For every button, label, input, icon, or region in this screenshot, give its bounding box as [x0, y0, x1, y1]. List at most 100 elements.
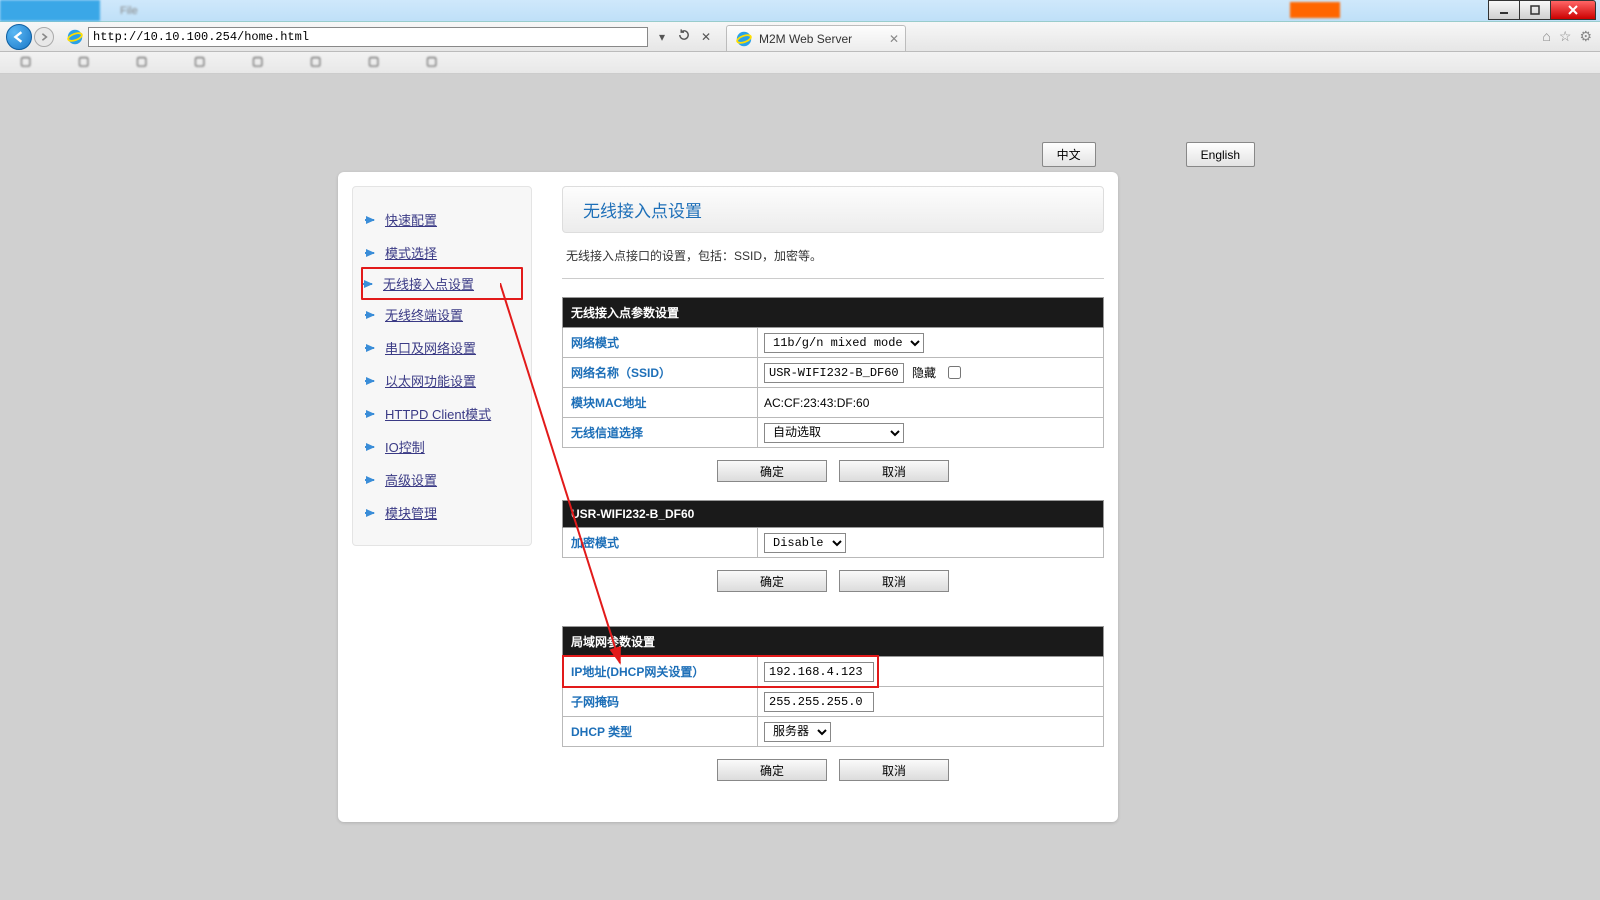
blurred-icon: ▢	[136, 54, 154, 72]
ie-icon	[66, 28, 84, 46]
sidebar-item-5[interactable]: 以太网功能设置	[363, 364, 521, 397]
sidebar-item-6[interactable]: HTTPD Client模式	[363, 397, 521, 430]
lang-cn-button[interactable]: 中文	[1042, 142, 1096, 167]
select-dhcp[interactable]: 服务器	[764, 722, 831, 742]
ok-button[interactable]: 确定	[717, 460, 827, 482]
sidebar: 快速配置模式选择无线接入点设置无线终端设置串口及网络设置以太网功能设置 HTTPD…	[352, 186, 532, 546]
label-net-mode: 网络模式	[563, 328, 758, 357]
sidebar-item-label[interactable]: 模块管理	[385, 503, 437, 522]
sidebar-item-label[interactable]: 高级设置	[385, 470, 437, 489]
label-channel: 无线信道选择	[563, 418, 758, 447]
section-ap: 无线接入点参数设置 网络模式 11b/g/n mixed mode 网络名称（S…	[562, 297, 1104, 486]
sidebar-item-label[interactable]: 串口及网络设置	[385, 338, 476, 357]
sidebar-item-1[interactable]: 模式选择	[363, 236, 521, 269]
ok-button[interactable]: 确定	[717, 759, 827, 781]
main-card: 快速配置模式选择无线接入点设置无线终端设置串口及网络设置以太网功能设置HTTPD…	[338, 172, 1118, 822]
arrow-right-icon	[363, 277, 377, 291]
arrow-right-icon	[365, 308, 379, 322]
tab-close-icon[interactable]: ✕	[889, 32, 899, 46]
label-enc: 加密模式	[563, 528, 758, 557]
sidebar-item-label[interactable]: 模式选择	[385, 243, 437, 262]
nav-forward-button[interactable]	[34, 27, 54, 47]
sidebar-item-2[interactable]: 无线接入点设置	[361, 267, 523, 300]
section-lan: 局域网参数设置 IP地址(DHCP网关设置） 子网掩码 DHCP 类型 服务器 …	[562, 626, 1104, 785]
bookmark-bar: ▢ ▢ ▢ ▢ ▢ ▢ ▢ ▢	[0, 52, 1600, 74]
browser-tab[interactable]: M2M Web Server ✕	[726, 25, 906, 51]
sidebar-item-label[interactable]: 快速配置	[385, 210, 437, 229]
arrow-right-icon	[365, 473, 379, 487]
arrow-right-icon	[365, 213, 379, 227]
address-bar-controls: ▾ ✕	[652, 28, 716, 45]
sidebar-item-label[interactable]: HTTPD Client模式	[385, 404, 491, 423]
sidebar-item-9[interactable]: 模块管理	[363, 496, 521, 529]
arrow-right-icon	[365, 341, 379, 355]
ok-button[interactable]: 确定	[717, 570, 827, 592]
select-net-mode[interactable]: 11b/g/n mixed mode	[764, 333, 924, 353]
label-mac: 模块MAC地址	[563, 388, 758, 417]
main-column: 无线接入点设置 无线接入点接口的设置，包括：SSID，加密等。 无线接入点参数设…	[562, 186, 1104, 808]
blurred-icon: ▢	[310, 54, 328, 72]
arrow-right-icon	[365, 440, 379, 454]
section-security: USR-WIFI232-B_DF60 加密模式 Disable 确定 取消	[562, 500, 1104, 596]
nav-back-button[interactable]	[6, 24, 32, 50]
stop-icon[interactable]: ✕	[696, 30, 716, 44]
cancel-button[interactable]: 取消	[839, 570, 949, 592]
checkbox-hide-ssid[interactable]	[948, 366, 961, 379]
sidebar-item-label[interactable]: IO控制	[385, 437, 425, 456]
dropdown-icon[interactable]: ▾	[652, 30, 672, 44]
value-mac: AC:CF:23:43:DF:60	[758, 388, 1103, 417]
page-body: 中文 English 快速配置模式选择无线接入点设置无线终端设置串口及网络设置以…	[0, 74, 1600, 900]
blurred-icon: ▢	[426, 54, 444, 72]
home-icon[interactable]: ⌂	[1542, 28, 1550, 45]
sidebar-item-7[interactable]: IO控制	[363, 430, 521, 463]
os-titlebar: File	[0, 0, 1600, 22]
label-ip: IP地址(DHCP网关设置）	[563, 657, 758, 686]
input-ssid[interactable]	[764, 363, 904, 383]
page-title: 无线接入点设置	[562, 186, 1104, 233]
arrow-right-icon	[365, 374, 379, 388]
select-channel[interactable]: 自动选取	[764, 423, 904, 443]
window-minimize-button[interactable]	[1488, 0, 1520, 20]
input-ip[interactable]	[764, 662, 874, 682]
lang-en-button[interactable]: English	[1186, 142, 1255, 167]
label-hide-ssid: 隐藏	[912, 364, 936, 381]
blurred-icon: ▢	[194, 54, 212, 72]
titlebar-left-tab	[0, 0, 100, 21]
section-security-header: USR-WIFI232-B_DF60	[562, 500, 1104, 528]
sidebar-item-4[interactable]: 串口及网络设置	[363, 331, 521, 364]
favorite-icon[interactable]: ☆	[1559, 28, 1572, 45]
arrow-right-icon	[365, 246, 379, 260]
section-lan-header: 局域网参数设置	[562, 626, 1104, 657]
window-maximize-button[interactable]	[1519, 0, 1551, 20]
settings-icon[interactable]: ⚙	[1579, 28, 1592, 45]
sidebar-item-label[interactable]: 无线接入点设置	[383, 274, 474, 293]
window-close-button[interactable]	[1550, 0, 1596, 20]
label-ssid: 网络名称（SSID）	[563, 358, 758, 387]
input-mask[interactable]	[764, 692, 874, 712]
page-description: 无线接入点接口的设置，包括：SSID，加密等。	[562, 233, 1104, 279]
blurred-icon: ▢	[78, 54, 96, 72]
sidebar-item-label[interactable]: 以太网功能设置	[385, 371, 476, 390]
cancel-button[interactable]: 取消	[839, 460, 949, 482]
section-ap-header: 无线接入点参数设置	[562, 297, 1104, 328]
ie-icon	[735, 30, 753, 48]
arrow-right-icon	[365, 407, 379, 421]
blurred-menu-item: File	[120, 5, 138, 17]
label-mask: 子网掩码	[563, 687, 758, 716]
sidebar-item-3[interactable]: 无线终端设置	[363, 298, 521, 331]
sidebar-item-0[interactable]: 快速配置	[363, 203, 521, 236]
blurred-icon: ▢	[252, 54, 270, 72]
sidebar-item-8[interactable]: 高级设置	[363, 463, 521, 496]
label-dhcp: DHCP 类型	[563, 717, 758, 746]
refresh-icon[interactable]	[674, 28, 694, 45]
blurred-orange-button	[1290, 2, 1340, 18]
arrow-right-icon	[365, 506, 379, 520]
blurred-icon: ▢	[368, 54, 386, 72]
blurred-icon: ▢	[20, 54, 38, 72]
select-enc[interactable]: Disable	[764, 533, 846, 553]
browser-toolbar: ▾ ✕ M2M Web Server ✕ ⌂ ☆ ⚙	[0, 22, 1600, 52]
sidebar-item-label[interactable]: 无线终端设置	[385, 305, 463, 324]
tab-title: M2M Web Server	[759, 32, 852, 46]
cancel-button[interactable]: 取消	[839, 759, 949, 781]
address-bar[interactable]	[88, 27, 648, 47]
